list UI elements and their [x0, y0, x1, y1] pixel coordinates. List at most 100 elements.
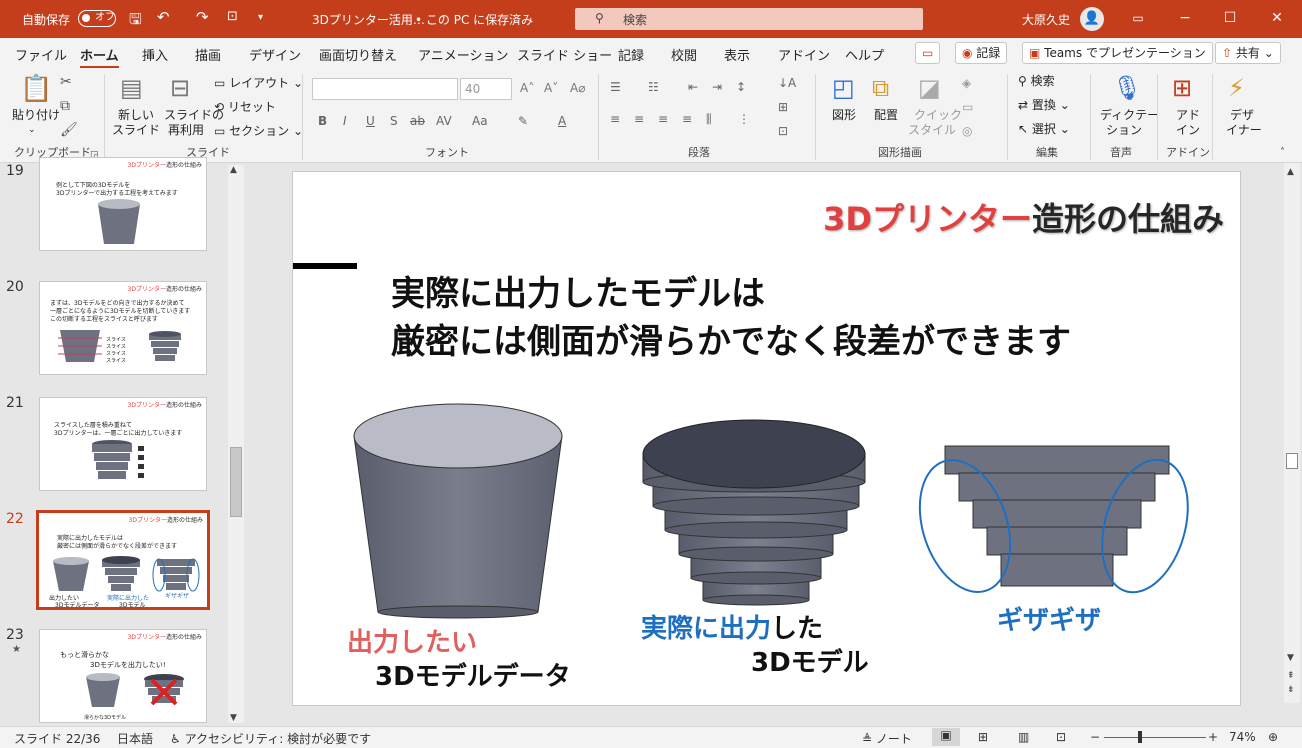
jagged-cup-section[interactable]	[917, 444, 1189, 604]
tab-home[interactable]: ホーム	[80, 45, 119, 69]
teams-present-button[interactable]: ▣ Teams でプレゼンテーション	[1022, 42, 1213, 64]
notes-button[interactable]: ≜ ノート	[862, 730, 912, 747]
format-painter-icon[interactable]: 🖌	[60, 122, 78, 138]
char-spacing-button[interactable]: AV	[436, 114, 452, 128]
align-right-icon[interactable]: ≡	[658, 112, 668, 126]
maximize-icon[interactable]: ☐	[1220, 8, 1240, 28]
font-size-field[interactable]: 40	[460, 78, 512, 100]
reuse-slide-line2[interactable]: 再利用	[168, 123, 204, 137]
align-left-icon[interactable]: ≡	[610, 112, 620, 126]
undo-icon[interactable]: ↶	[157, 8, 170, 26]
scroll-thumb[interactable]	[230, 447, 242, 517]
document-title[interactable]: 3Dプリンター活用…	[312, 11, 425, 28]
designer-line2[interactable]: イナー	[1226, 123, 1262, 137]
minimize-icon[interactable]: −	[1175, 8, 1195, 28]
dictate-line1[interactable]: ディクテー	[1100, 108, 1159, 122]
slide-sorter-icon[interactable]: ⊞	[978, 730, 988, 744]
text-direction-icon[interactable]: ↓A	[778, 76, 796, 90]
zoom-out-icon[interactable]: −	[1090, 730, 1100, 744]
arrange-button[interactable]: 配置	[874, 108, 898, 122]
numbering-icon[interactable]: ☷	[648, 80, 659, 94]
justify-icon[interactable]: ≡	[682, 112, 692, 126]
reading-view-icon[interactable]: ▥	[1018, 730, 1029, 744]
section-button[interactable]: ▭ セクション ⌄	[214, 124, 303, 138]
columns-icon[interactable]: ⫼	[706, 112, 712, 126]
tab-slideshow[interactable]: スライド ショー	[517, 45, 612, 64]
new-slide-line2[interactable]: スライド	[112, 123, 160, 137]
strikethrough-button[interactable]: ab	[410, 114, 425, 128]
collapse-ribbon-icon[interactable]: ˄	[1280, 146, 1285, 160]
slide-title[interactable]: 3Dプリンター造形の仕組み	[823, 194, 1224, 240]
tab-design[interactable]: デザイン	[249, 45, 301, 64]
tab-transitions[interactable]: 画面切り替え	[319, 45, 397, 64]
tab-record[interactable]: 記録	[618, 45, 644, 64]
caption-3d-model[interactable]: 3Dモデル	[751, 642, 869, 679]
tab-review[interactable]: 校閲	[671, 45, 697, 64]
save-location[interactable]: • この PC に保存済み	[415, 11, 533, 28]
shape-outline-icon[interactable]: ▭	[962, 100, 973, 114]
line-spacing-icon[interactable]: ↕	[736, 80, 746, 94]
align-center-icon[interactable]: ≡	[634, 112, 644, 126]
new-slide-icon[interactable]: ▤	[120, 74, 143, 102]
avatar[interactable]: 👤	[1080, 7, 1104, 31]
paste-dropdown-icon[interactable]: ⌄	[28, 123, 36, 137]
tab-insert[interactable]: 挿入	[142, 45, 168, 64]
slideshow-view-icon[interactable]: ⊡	[1056, 730, 1066, 744]
shapes-button[interactable]: 図形	[832, 108, 856, 122]
smartart-icon[interactable]: ⊡	[778, 124, 788, 138]
comments-button[interactable]: ▭	[915, 42, 941, 64]
quick-style-line1[interactable]: クイック	[914, 108, 962, 122]
smooth-cup-model[interactable]	[351, 400, 567, 620]
designer-icon[interactable]: ⚡	[1228, 74, 1245, 102]
zoom-slider-thumb[interactable]	[1138, 731, 1142, 743]
zoom-in-icon[interactable]: +	[1208, 730, 1218, 744]
slide-thumbnail-20[interactable]: 3Dプリンター造形の仕組み まずは、3Dモデルをどの向きで出力するか決めて 一層…	[39, 281, 207, 375]
addins-line1[interactable]: アド	[1176, 108, 1200, 122]
replace-button[interactable]: ⇄ 置換 ⌄	[1018, 98, 1070, 112]
zoom-level[interactable]: 74%	[1229, 730, 1256, 744]
scroll-up-icon[interactable]: ▲	[1287, 167, 1294, 177]
paste-button[interactable]: 貼り付け	[12, 108, 60, 122]
select-button[interactable]: ↖ 選択 ⌄	[1018, 122, 1070, 136]
decrease-indent-icon[interactable]: ⇤	[688, 80, 698, 94]
caption-3d-model-data[interactable]: 3Dモデルデータ	[375, 656, 571, 693]
record-button[interactable]: ◉ 記録	[955, 42, 1008, 64]
arrange-icon[interactable]: ⧉	[872, 74, 889, 102]
slide-canvas[interactable]: 3Dプリンター造形の仕組み 実際に出力したモデルは 厳密には側面が滑らかでなく段…	[292, 171, 1241, 706]
font-name-field[interactable]	[312, 78, 458, 100]
dictate-line2[interactable]: ション	[1106, 123, 1142, 137]
layout-button[interactable]: ▭ レイアウト ⌄	[214, 76, 303, 90]
shape-fill-icon[interactable]: ◈	[962, 76, 971, 90]
thumbnail-scrollbar[interactable]: ▲ ▼	[228, 165, 244, 723]
microphone-icon[interactable]: 🎙	[1112, 74, 1142, 102]
increase-indent-icon[interactable]: ⇥	[712, 80, 722, 94]
scroll-down-icon[interactable]: ▼	[230, 713, 237, 723]
slide-thumbnail-21[interactable]: 3Dプリンター造形の仕組み スライスした層を積み重ねて 3Dプリンターは、一層ご…	[39, 397, 207, 491]
shrink-font-icon[interactable]: A˅	[544, 81, 558, 95]
tab-addins[interactable]: アドイン	[778, 45, 830, 64]
normal-view-icon[interactable]: ▣	[932, 728, 960, 746]
accessibility-status[interactable]: ♿ アクセシビリティ: 検討が必要です	[170, 730, 371, 747]
scroll-down-icon[interactable]: ▼	[1287, 653, 1294, 663]
stepped-cup-model[interactable]	[641, 416, 869, 606]
slide-thumbnail-22-selected[interactable]: 3Dプリンター造形の仕組み 実際に出力したモデルは 厳密には側面が滑らかでなく段…	[36, 510, 210, 610]
quick-style-icon[interactable]: ◪	[918, 74, 941, 102]
slide-heading-line2[interactable]: 厳密には側面が滑らかでなく段差ができます	[391, 314, 1071, 363]
tab-view[interactable]: 表示	[724, 45, 750, 64]
scroll-up-icon[interactable]: ▲	[230, 165, 237, 175]
quick-style-line2[interactable]: スタイル	[908, 123, 956, 137]
caption-actual-output[interactable]: 実際に出力した	[641, 608, 823, 645]
search-box[interactable]: ⚲ 検索	[575, 8, 923, 30]
zoom-slider[interactable]	[1104, 737, 1206, 738]
shape-effects-icon[interactable]: ◎	[962, 124, 972, 138]
shapes-icon[interactable]: ◰	[832, 74, 855, 102]
clear-format-icon[interactable]: A⌀	[570, 81, 585, 95]
paste-icon[interactable]: 📋	[20, 74, 52, 104]
new-slide-line1[interactable]: 新しい	[118, 108, 154, 122]
user-name[interactable]: 大原久史	[1022, 11, 1070, 28]
previous-slide-icon[interactable]: ⇞	[1287, 671, 1295, 681]
tab-animations[interactable]: アニメーション	[418, 45, 508, 64]
copy-icon[interactable]: ⧉	[60, 98, 70, 114]
autosave-toggle[interactable]: オフ	[78, 10, 116, 27]
cut-icon[interactable]: ✂	[60, 74, 72, 90]
